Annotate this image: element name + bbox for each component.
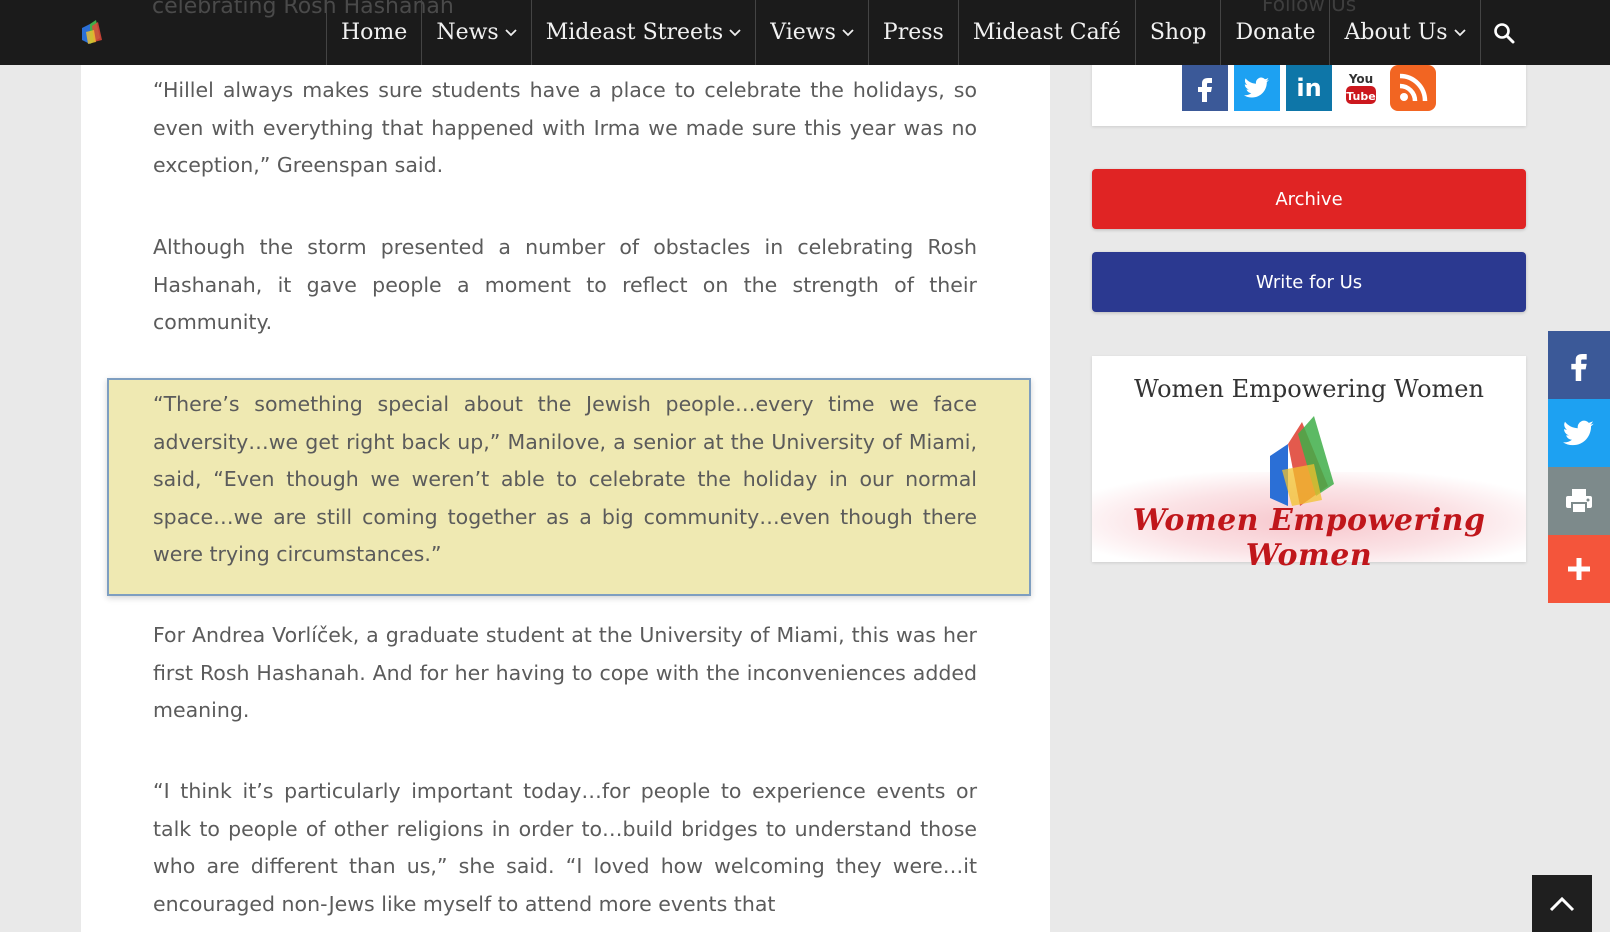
highlighted-quote-paragraph: “There’s something special about the Jew… [153,392,977,566]
nav-mideast-cafe[interactable]: Mideast Café [957,0,1135,65]
nav-views-label: Views [770,20,836,45]
chevron-down-icon [729,28,741,36]
twitter-share-button[interactable] [1548,399,1610,467]
nav-news[interactable]: News [421,0,530,65]
article-paragraph: Although the storm presented a number of… [153,235,977,334]
article-paragraph: For Andrea Vorlíček, a graduate student … [153,623,977,722]
nav-shop-label: Shop [1149,20,1207,45]
print-icon [1566,489,1592,514]
nav-views[interactable]: Views [755,0,868,65]
twitter-glyph [1244,77,1270,98]
search-icon [1493,22,1515,43]
rss-glyph [1399,73,1428,102]
nav-mideast-streets-label: Mideast Streets [545,20,724,45]
floating-share-bar [1548,331,1610,603]
nav-news-label: News [436,20,499,45]
svg-text:You: You [1348,72,1373,86]
nav-press[interactable]: Press [867,0,958,65]
facebook-share-button[interactable] [1548,331,1610,399]
youtube-glyph: You Tube [1346,72,1376,104]
promo-script-text: Women Empowering Women [1132,503,1486,573]
article-paragraph: “Hillel always makes sure students have … [153,78,977,177]
nav-about-us-label: About Us [1344,20,1448,45]
write-for-us-label: Write for Us [1255,271,1363,293]
search-button[interactable] [1481,0,1527,65]
archive-button[interactable]: Archive [1092,169,1526,229]
social-follow-widget: in You Tube [1092,60,1526,126]
facebook-glyph [1198,78,1212,102]
site-logo[interactable] [78,18,104,46]
promo-title: Women Empowering Women [1134,375,1484,403]
twitter-icon[interactable] [1234,65,1280,111]
chevron-down-icon [505,28,517,36]
more-share-button[interactable] [1548,535,1610,603]
nav-about-us[interactable]: About Us [1329,0,1481,65]
top-navbar: celebrating Rosh Hashanah Follow Us Home… [0,0,1610,65]
rss-icon[interactable] [1390,65,1436,111]
write-for-us-button[interactable]: Write for Us [1092,252,1526,312]
facebook-icon[interactable] [1182,65,1228,111]
chevron-up-icon [1549,896,1575,911]
linkedin-icon[interactable]: in [1286,65,1332,111]
women-empowering-women-widget[interactable]: Women Empowering Women Women Empowering … [1092,356,1526,573]
plus-icon [1568,558,1590,580]
facebook-share-icon [1571,354,1587,381]
youtube-icon[interactable]: You Tube [1338,65,1384,111]
svg-text:Tube: Tube [1346,90,1375,103]
nav-mideast-streets[interactable]: Mideast Streets [530,0,756,65]
print-button[interactable] [1548,467,1610,535]
twitter-share-icon [1563,420,1594,445]
main-menu: Home News Mideast Streets Views Press Mi… [326,0,1527,65]
back-to-top-button[interactable] [1532,875,1592,932]
nav-shop[interactable]: Shop [1134,0,1221,65]
nav-donate-label: Donate [1235,20,1316,45]
nav-mideast-cafe-label: Mideast Café [972,20,1121,45]
nav-donate[interactable]: Donate [1220,0,1329,65]
chevron-down-icon [1453,28,1466,36]
article-paragraph: “I think it’s particularly important tod… [153,779,977,916]
nav-home[interactable]: Home [326,0,421,65]
archive-button-label: Archive [1275,188,1343,210]
chevron-down-icon [842,28,854,36]
nav-press-label: Press [882,20,944,45]
nav-home-label: Home [341,20,408,45]
